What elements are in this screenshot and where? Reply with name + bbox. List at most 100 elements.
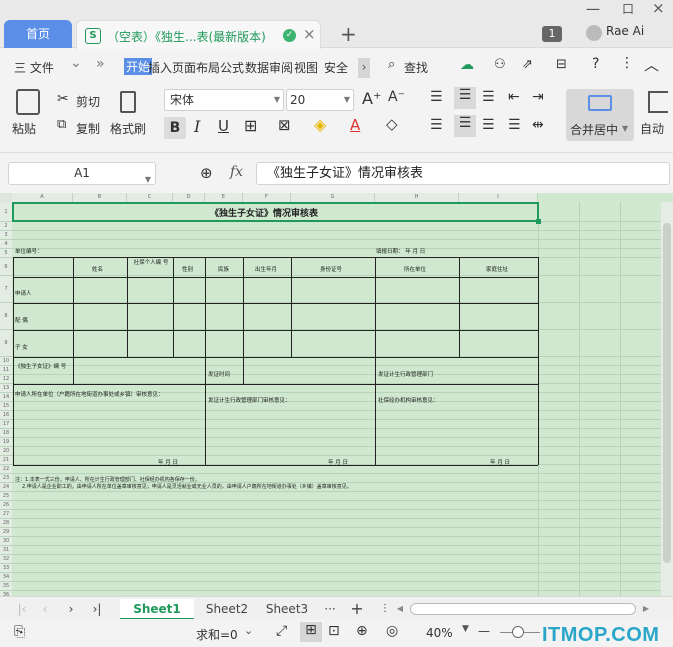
fill-color-icon[interactable]: ◈ — [314, 115, 326, 134]
column-header-c[interactable]: C — [127, 193, 173, 202]
row-header-26[interactable]: 26 — [0, 501, 12, 510]
name-box[interactable]: A1 ▼ — [8, 162, 156, 185]
format-painter-icon[interactable] — [120, 91, 136, 113]
row-header-32[interactable]: 32 — [0, 555, 12, 564]
clear-format-icon[interactable]: ◇ — [386, 115, 398, 133]
backup-icon[interactable]: ⎘ — [14, 624, 25, 640]
row-header-21[interactable]: 21 — [0, 456, 12, 465]
eye-protection-icon[interactable]: ◎ — [386, 623, 398, 639]
row-header-13[interactable]: 13 — [0, 384, 12, 393]
page-break-icon[interactable]: ⊡ — [328, 623, 340, 639]
row-header-4[interactable]: 4 — [0, 240, 12, 249]
column-header-i[interactable]: I — [459, 193, 538, 202]
more-options-icon[interactable]: ⋮ — [380, 599, 390, 620]
column-header-b[interactable]: B — [73, 193, 127, 202]
column-header-f[interactable]: F — [243, 193, 291, 202]
row-header-33[interactable]: 33 — [0, 564, 12, 573]
wrap-text-icon[interactable] — [648, 91, 668, 113]
chevron-down-icon[interactable]: ⌄ — [244, 624, 253, 637]
search-icon[interactable]: ⌕ — [388, 57, 395, 72]
row-header-25[interactable]: 25 — [0, 492, 12, 501]
tab-view[interactable]: 视图 — [294, 59, 318, 76]
bold-button[interactable]: B — [164, 117, 186, 139]
normal-view-icon[interactable]: ⊞ — [300, 622, 322, 642]
zoom-out-button[interactable]: — — [478, 624, 490, 638]
file-menu[interactable]: 三 文件 — [14, 59, 54, 76]
select-all-corner[interactable] — [0, 193, 12, 202]
tab-insert[interactable]: 插入 — [148, 59, 172, 76]
increase-font-icon[interactable]: A⁺ — [362, 89, 381, 108]
horizontal-scroll-thumb[interactable] — [410, 603, 636, 615]
column-header-d[interactable]: D — [173, 193, 205, 202]
tab-sheet2[interactable]: Sheet2 — [200, 599, 254, 620]
file-dropdown-icon[interactable]: ⌄ — [70, 55, 82, 71]
maximize-button[interactable]: 口 — [622, 0, 634, 17]
user-name[interactable]: Rae Ai — [606, 24, 644, 38]
row-header-31[interactable]: 31 — [0, 546, 12, 555]
align-top-icon[interactable]: ☰ — [430, 89, 443, 105]
tab-data[interactable]: 数据 — [245, 59, 269, 76]
row-header-27[interactable]: 27 — [0, 510, 12, 519]
row-header-28[interactable]: 28 — [0, 519, 12, 528]
page-layout-icon[interactable]: ⊕ — [356, 623, 368, 639]
justify-icon[interactable]: ☰ — [508, 117, 521, 133]
merge-center-button[interactable]: 合并居中 ▼ — [566, 89, 634, 141]
close-window-button[interactable]: × — [652, 0, 665, 17]
close-tab-icon[interactable]: × — [303, 25, 316, 43]
document-tab[interactable]: S （空表）《独生...表(最新版本) ✓ × — [76, 20, 321, 49]
zoom-slider-thumb[interactable] — [512, 626, 524, 638]
row-header-20[interactable]: 20 — [0, 447, 12, 456]
row-header-17[interactable]: 17 — [0, 420, 12, 429]
share-user-icon[interactable]: ⚇ — [494, 57, 506, 72]
cut-button[interactable]: 剪切 — [76, 93, 100, 110]
decrease-indent-icon[interactable]: ⇤ — [508, 89, 520, 105]
fill-handle[interactable] — [536, 219, 541, 224]
align-bottom-icon[interactable]: ☰ — [482, 89, 495, 105]
row-header-30[interactable]: 30 — [0, 537, 12, 546]
row-header-3[interactable]: 3 — [0, 231, 12, 240]
fullscreen-icon[interactable]: ⤢ — [276, 623, 287, 639]
increase-indent-icon[interactable]: ⇥ — [532, 89, 544, 105]
column-header-g[interactable]: G — [291, 193, 375, 202]
selected-cell-a1[interactable] — [12, 202, 539, 222]
tab-review[interactable]: 审阅 — [269, 59, 293, 76]
scissors-icon[interactable]: ✂ — [57, 91, 69, 107]
formula-input[interactable]: 《独生子女证》情况审核表 — [256, 162, 670, 185]
fill-pattern-icon[interactable]: ⊠ — [278, 116, 291, 134]
scroll-left-icon[interactable]: ◀ — [394, 599, 406, 620]
sheet-grid[interactable]: ABCDEFGHI 1 2 3 4 5 6 7 8 9 10 11 12 13 14 15 16 17 18 19 2… — [0, 193, 673, 596]
column-header-a[interactable]: A — [12, 193, 73, 202]
italic-button[interactable]: I — [194, 117, 200, 136]
function-icon[interactable]: fx — [230, 164, 243, 180]
cloud-sync-icon[interactable]: ☁ — [460, 57, 474, 73]
search-button[interactable]: 查找 — [404, 59, 428, 76]
align-right-icon[interactable]: ☰ — [482, 117, 495, 133]
scroll-right-icon[interactable]: ▶ — [640, 599, 652, 620]
row-header-18[interactable]: 18 — [0, 429, 12, 438]
row-header-1[interactable]: 1 — [0, 202, 12, 222]
format-painter-button[interactable]: 格式刷 — [110, 120, 146, 137]
home-tab[interactable]: 首页 — [4, 20, 72, 48]
export-icon[interactable]: ⇗ — [522, 57, 533, 72]
align-middle-icon[interactable]: ☰ — [454, 87, 476, 109]
zoom-dropdown-icon[interactable]: ▼ — [462, 624, 469, 634]
row-header-2[interactable]: 2 — [0, 222, 12, 231]
next-sheet-icon[interactable]: › — [64, 599, 78, 620]
toolbox-icon[interactable]: ⊟ — [556, 57, 567, 72]
decrease-font-icon[interactable]: A⁻ — [388, 89, 405, 105]
row-header-8[interactable]: 8 — [0, 303, 12, 330]
minimize-button[interactable]: 一 — [586, 0, 600, 20]
prev-sheet-icon[interactable]: ‹ — [38, 599, 52, 620]
zoom-formula-icon[interactable]: ⊕ — [200, 164, 213, 182]
tab-security[interactable]: 安全 — [324, 59, 348, 76]
auto-wrap-button[interactable]: 自动 — [640, 120, 664, 137]
row-header-29[interactable]: 29 — [0, 528, 12, 537]
distributed-icon[interactable]: ⇹ — [532, 117, 544, 133]
tab-sheet3[interactable]: Sheet3 — [262, 599, 312, 620]
font-name-select[interactable]: 宋体 ▼ — [164, 89, 284, 111]
row-header-16[interactable]: 16 — [0, 411, 12, 420]
row-header-5[interactable]: 5 — [0, 249, 12, 258]
row-header-10[interactable]: 10 — [0, 357, 12, 366]
collapse-ribbon-icon[interactable]: ︿ — [644, 54, 659, 75]
window-count-badge[interactable]: 1 — [542, 26, 562, 42]
